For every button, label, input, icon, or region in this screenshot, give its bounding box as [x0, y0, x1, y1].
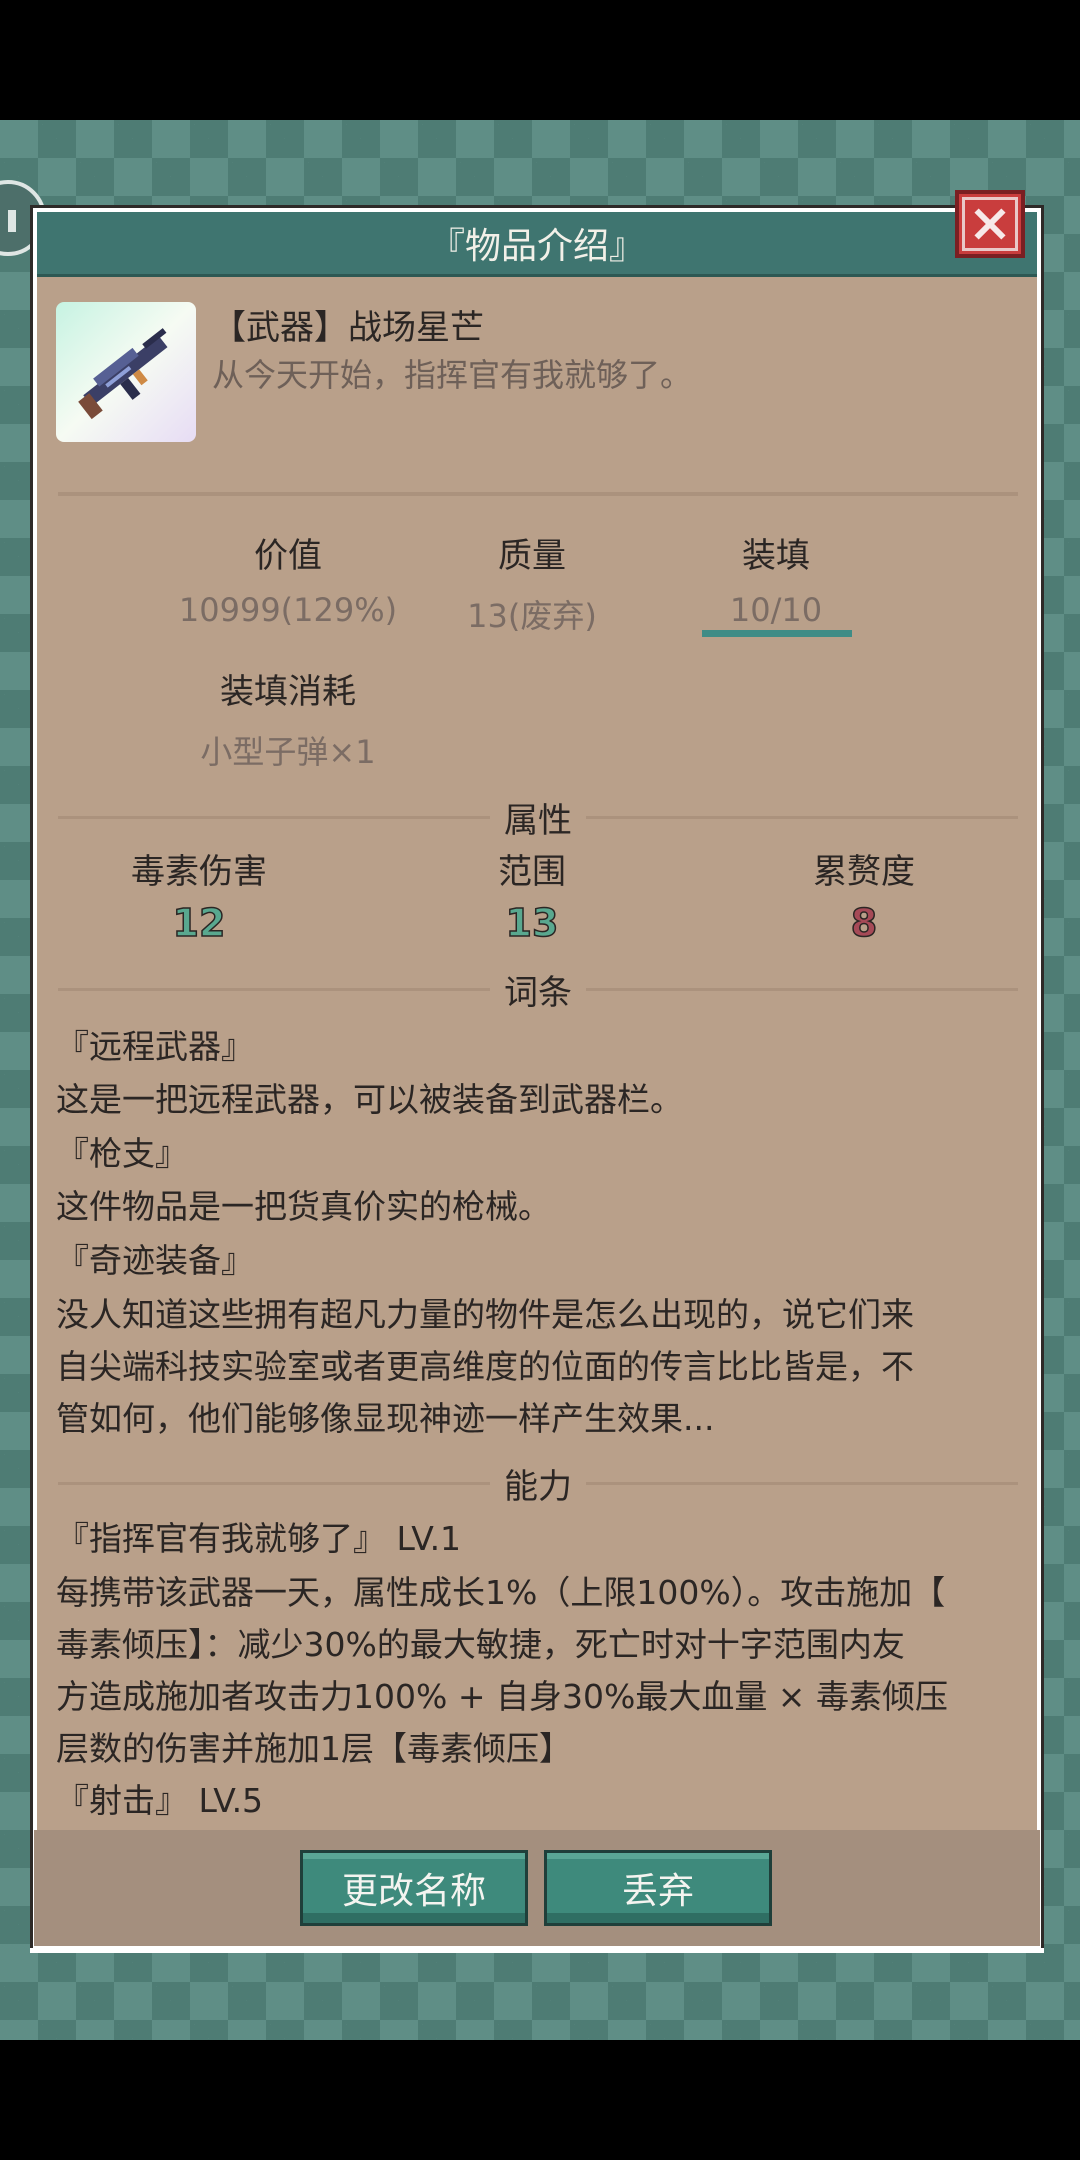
item-icon-frame: [56, 302, 196, 442]
stat-value: 价值 10999(129%): [158, 528, 418, 629]
rifle-icon: [78, 328, 168, 420]
stat-ammo-label: 装填: [742, 536, 810, 576]
stat-ammo-value: 10/10: [729, 591, 823, 629]
divider: [58, 492, 1018, 496]
abilities-heading-text: 能力: [504, 1466, 572, 1507]
stat-quality-value: 13(废弃): [467, 597, 597, 635]
dialog-title: 『物品介绍』: [428, 226, 645, 267]
stat-value-label: 价值: [254, 536, 322, 576]
ability-line: 『射击』 LV.5: [56, 1781, 264, 1820]
trait-line: 这件物品是一把货真价实的枪械。: [56, 1187, 551, 1226]
ability-line: 方造成施加者攻击力100% + 自身30%最大血量 × 毒素倾压: [56, 1677, 948, 1716]
ability-line: 层数的伤害并施加1层【毒素倾压】: [56, 1729, 572, 1768]
trait-line: 自尖端科技实验室或者更高维度的位面的传言比比皆是，不: [56, 1347, 914, 1386]
trait-line: 『远程武器』: [56, 1027, 254, 1066]
ability-line: 『指挥官有我就够了』 LV.1: [56, 1519, 462, 1558]
attributes-heading-text: 属性: [504, 800, 572, 841]
stat-ammo-cost-value: 小型子弹×1: [200, 733, 376, 771]
trait-line: 这是一把远程武器，可以被装备到武器栏。: [56, 1080, 683, 1119]
traits-heading: 词条: [58, 966, 1018, 1013]
rename-button[interactable]: 更改名称: [300, 1850, 528, 1926]
panel-bottom-edge: [30, 1948, 1044, 1953]
ability-line: 每携带该武器一天，属性成长1%（上限100%）。攻击施加【: [56, 1573, 946, 1612]
stat-ammo-cost: 装填消耗 小型子弹×1: [158, 664, 418, 773]
attr-label: 范围: [498, 852, 566, 892]
item-name: 【武器】战场星芒: [212, 308, 484, 348]
rename-button-label: 更改名称: [341, 1871, 486, 1912]
dialog-title-bar: 『物品介绍』: [37, 212, 1037, 277]
attributes-heading: 属性: [58, 794, 1018, 841]
action-bar: [34, 1830, 1040, 1946]
traits-heading-text: 词条: [504, 972, 572, 1013]
attr-toxin-damage: 毒素伤害 12: [79, 844, 319, 946]
trait-line: 没人知道这些拥有超凡力量的物件是怎么出现的，说它们来: [56, 1295, 914, 1334]
abilities-heading: 能力: [58, 1460, 1018, 1507]
close-button[interactable]: [955, 190, 1025, 258]
ammo-bar: [702, 630, 852, 637]
attr-label: 毒素伤害: [131, 852, 267, 892]
attr-value: 12: [172, 900, 226, 946]
side-menu-icon: [8, 210, 16, 232]
trait-line: 『枪支』: [56, 1134, 188, 1173]
discard-button-label: 丢弃: [621, 1871, 694, 1912]
discard-button[interactable]: 丢弃: [544, 1850, 772, 1926]
attr-label: 累赘度: [813, 852, 915, 892]
ability-line: 毒素倾压】：减少30%的最大敏捷，死亡时对十字范围内友: [56, 1625, 905, 1664]
stat-value-value: 10999(129%): [178, 591, 398, 629]
attr-burden: 累赘度 8: [744, 844, 984, 946]
item-quote: 从今天开始，指挥官有我就够了。: [212, 356, 693, 394]
stat-ammo-cost-label: 装填消耗: [220, 672, 356, 712]
stat-ammo: 装填 10/10: [646, 528, 906, 629]
attr-value: 8: [850, 900, 878, 946]
trait-line: 『奇迹装备』: [56, 1241, 254, 1280]
stat-quality-label: 质量: [498, 536, 566, 576]
stat-quality: 质量 13(废弃): [402, 528, 662, 637]
trait-line: 管如何，他们能够像显现神迹一样产生效果...: [56, 1399, 715, 1438]
attr-value: 13: [505, 900, 559, 946]
attr-range: 范围 13: [412, 844, 652, 946]
